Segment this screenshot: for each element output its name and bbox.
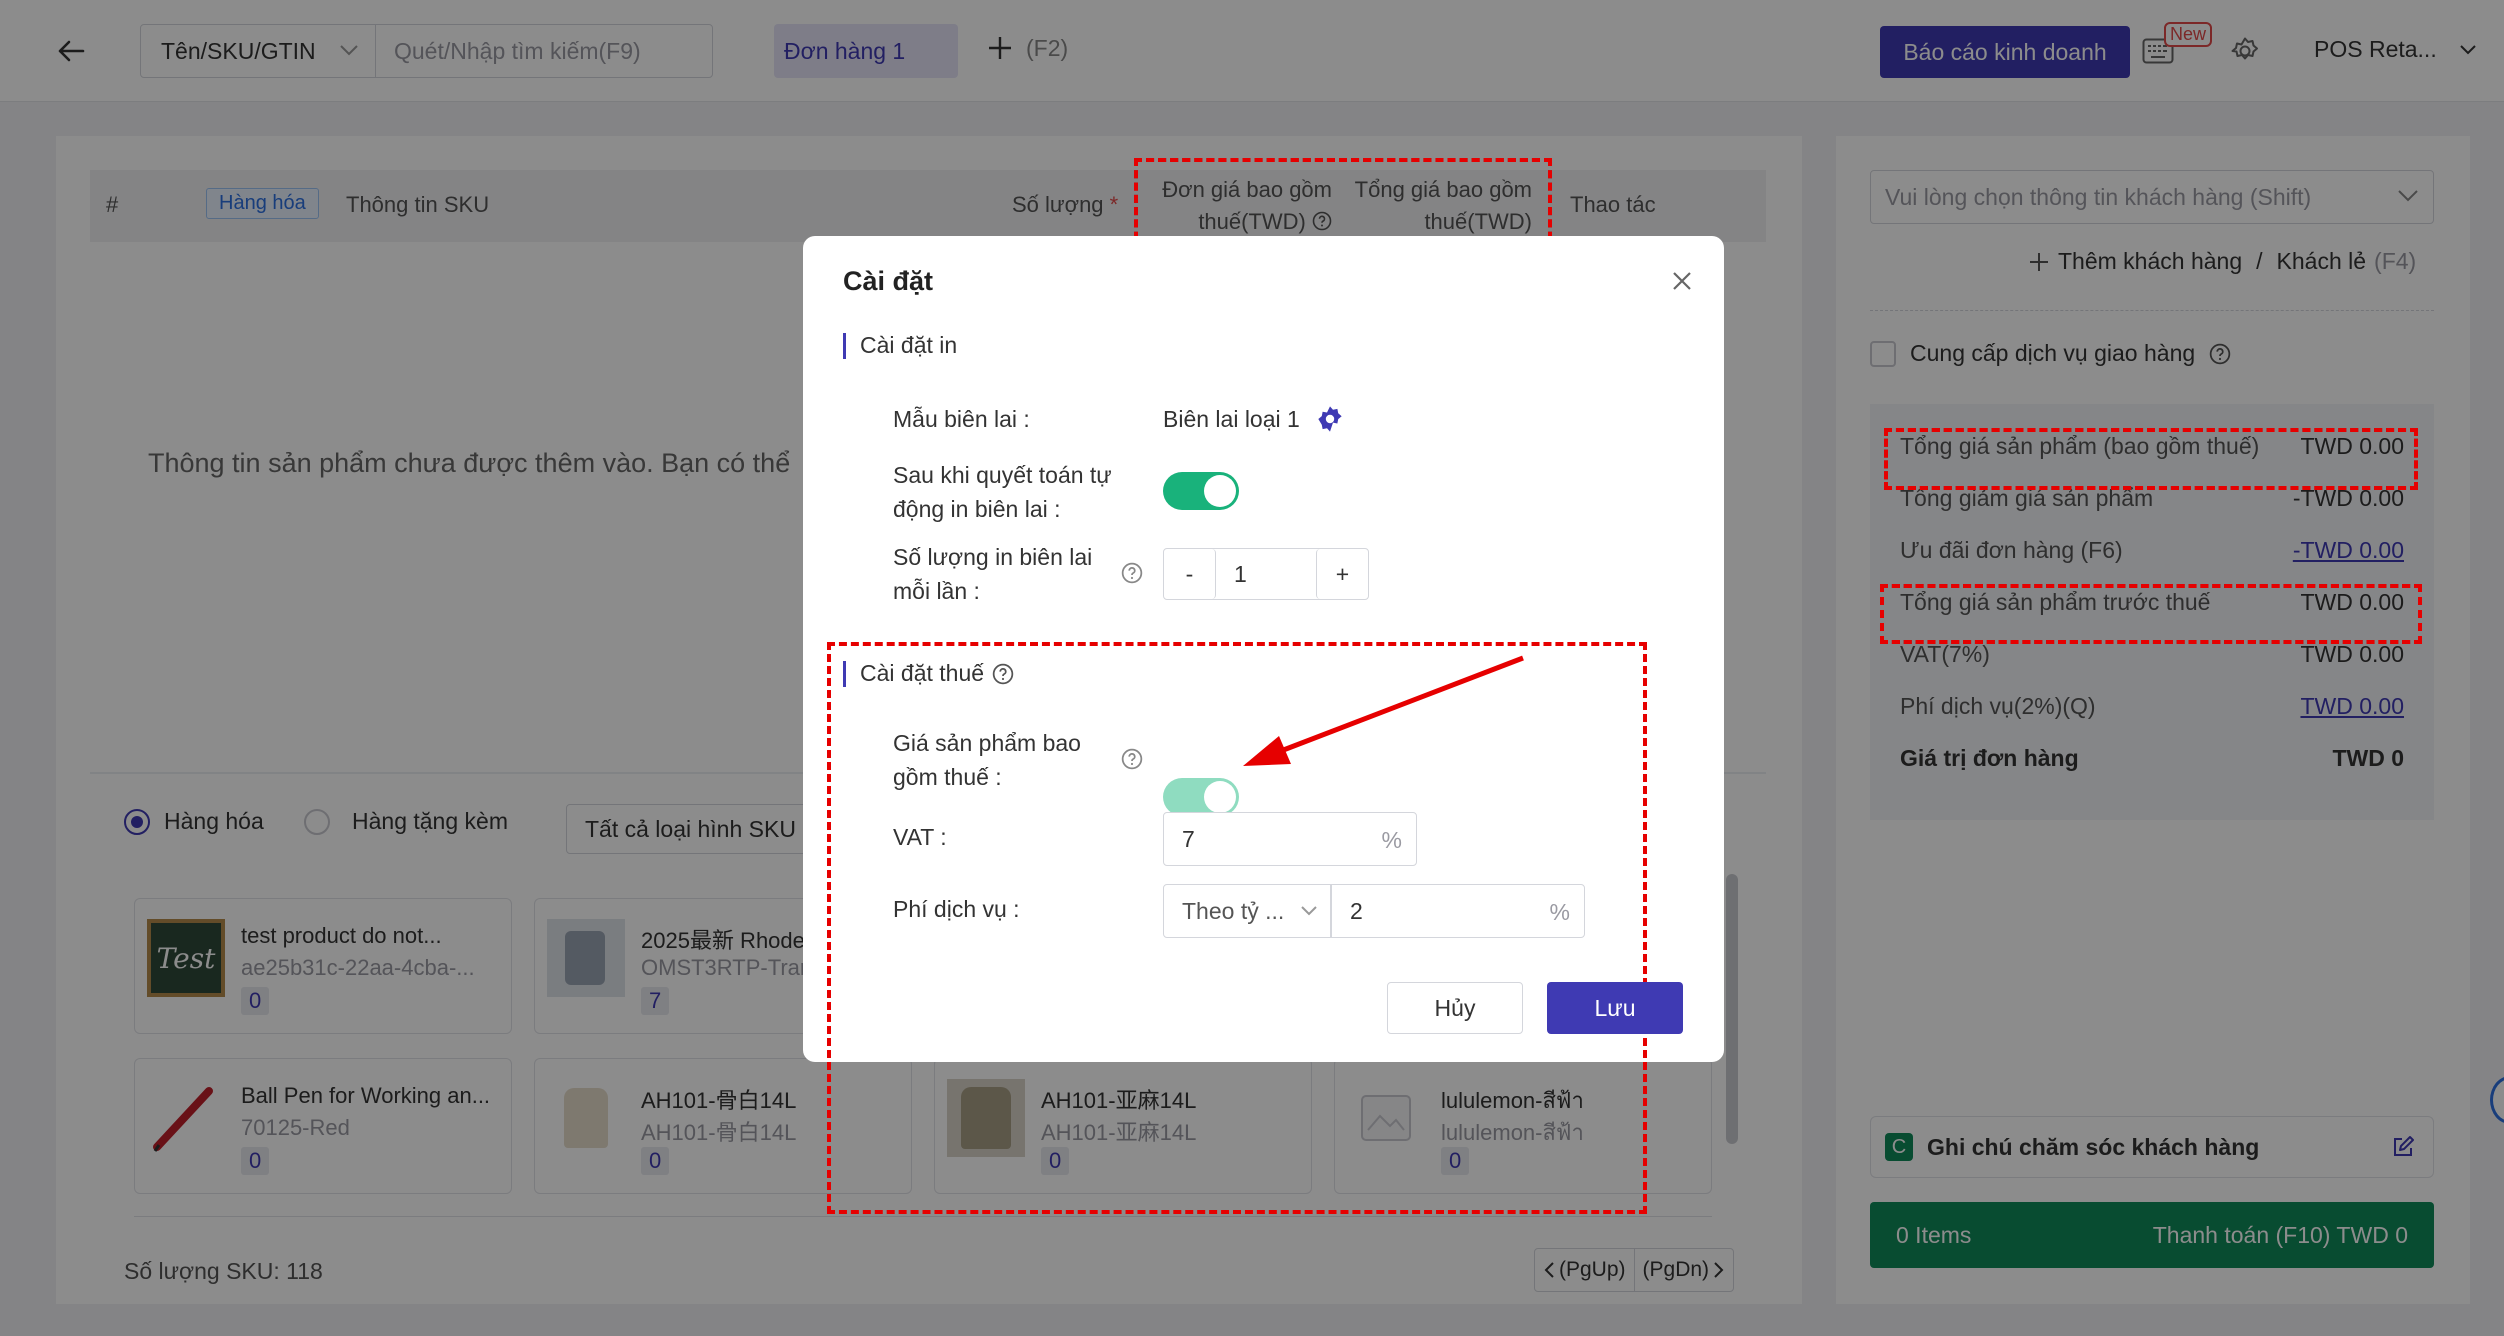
close-icon[interactable] [1671, 270, 1693, 292]
gear-icon[interactable] [1316, 405, 1344, 433]
print-settings-title: Cài đặt in [860, 332, 958, 358]
print-settings-header: Cài đặt in [843, 332, 957, 359]
help-circle-icon [1121, 562, 1143, 584]
print-copies-input[interactable]: 1 [1216, 549, 1316, 599]
auto-print-label: Sau khi quyết toán tự động in biên lai : [893, 458, 1112, 526]
print-copies-label: Số lượng in biên lai mỗi lần : [893, 540, 1092, 608]
section-bar [843, 332, 846, 359]
decrement-button[interactable]: - [1164, 549, 1216, 599]
receipt-template-label: Mẫu biên lai : [893, 406, 1030, 432]
auto-print-label-line2: động in biên lai : [893, 496, 1061, 522]
print-copies-label-line1: Số lượng in biên lai [893, 544, 1093, 570]
settings-dialog: Cài đặt Cài đặt in Mẫu biên lai : Biên l… [803, 236, 1724, 1214]
auto-print-label-line1: Sau khi quyết toán tự [893, 462, 1112, 488]
increment-button[interactable]: + [1316, 549, 1368, 599]
annotation-arrow [1233, 654, 1533, 774]
cancel-button[interactable]: Hủy [1387, 982, 1523, 1034]
annotation-incl-tax-top [1884, 428, 2418, 490]
receipt-template-value: Biên lai loại 1 [1163, 402, 1344, 436]
print-copies-label-line2: mỗi lần : [893, 578, 980, 604]
annotation-before-tax-top [1880, 584, 2422, 644]
auto-print-toggle[interactable] [1163, 472, 1239, 510]
save-label: Lưu [1594, 994, 1636, 1021]
cancel-label: Hủy [1434, 994, 1476, 1021]
receipt-template-name: Biên lai loại 1 [1163, 406, 1300, 432]
print-copies-stepper: - 1 + [1163, 548, 1369, 600]
dialog-title: Cài đặt [843, 266, 934, 296]
save-button[interactable]: Lưu [1547, 982, 1683, 1034]
